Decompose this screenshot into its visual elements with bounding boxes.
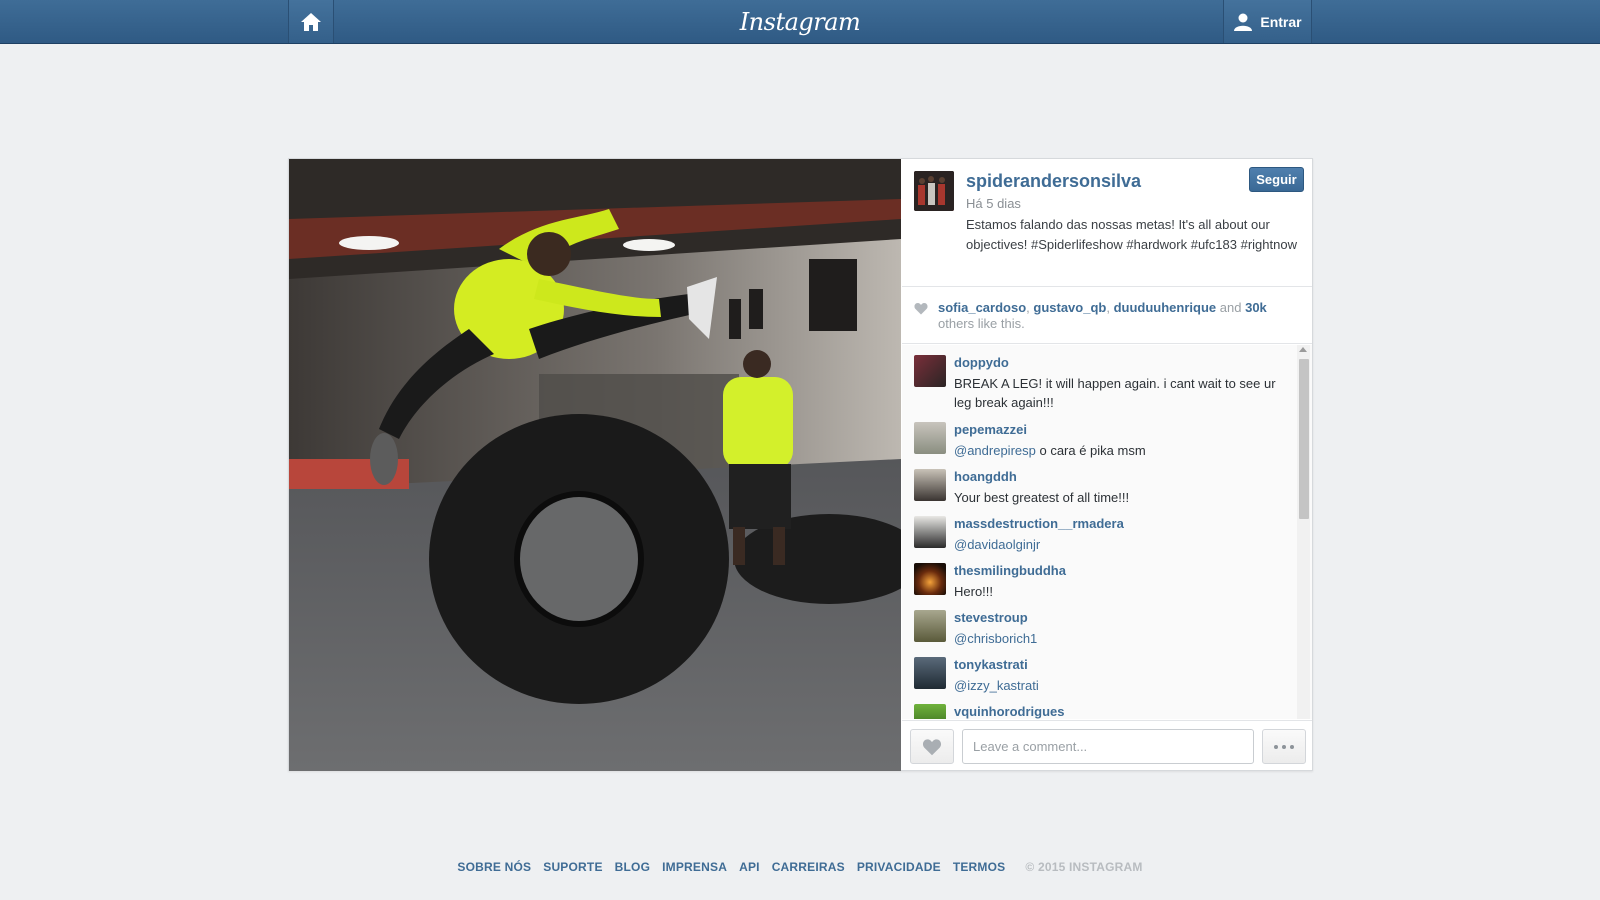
comment-text: Hero!!!: [954, 584, 994, 599]
scroll-up-arrow-icon[interactable]: [1299, 347, 1307, 352]
post-timestamp: Há 5 dias: [966, 196, 1021, 211]
footer-link-careers[interactable]: CARREIRAS: [772, 860, 845, 876]
footer-link-blog[interactable]: BLOG: [615, 860, 650, 876]
footer: SOBRE NÓS SUPORTE BLOG IMPRENSA API CARR…: [0, 860, 1600, 876]
comment-text: BREAK A LEG! it will happen again. i can…: [954, 376, 1276, 410]
top-navigation-bar: Instagram Entrar: [0, 0, 1600, 44]
post-caption: Estamos falando das nossas metas! It's a…: [966, 217, 1297, 252]
commenter-username[interactable]: tonykastrati: [954, 657, 1028, 672]
likes-count[interactable]: 30k: [1245, 300, 1267, 315]
commenter-username[interactable]: doppydo: [954, 355, 1009, 370]
login-button[interactable]: Entrar: [1223, 0, 1312, 43]
login-label: Entrar: [1260, 13, 1302, 30]
post-photo[interactable]: [289, 159, 901, 771]
commenter-username[interactable]: pepemazzei: [954, 422, 1027, 437]
comment-text: @davidaolginjr: [954, 535, 1284, 554]
commenter-username[interactable]: stevestroup: [954, 610, 1028, 625]
like-button[interactable]: [910, 729, 954, 764]
instagram-logo[interactable]: Instagram: [700, 4, 900, 40]
comment-mention[interactable]: @davidaolginjr: [954, 537, 1040, 552]
commenter-username[interactable]: massdestruction__rmadera: [954, 516, 1124, 531]
commenter-avatar[interactable]: [914, 422, 946, 454]
comment-text: @andrepiresp o cara é pika msm: [954, 441, 1284, 460]
commenter-avatar[interactable]: [914, 704, 946, 719]
commenter-avatar[interactable]: [914, 657, 946, 689]
home-icon: [301, 12, 321, 31]
liker-username[interactable]: gustavo_qb: [1033, 300, 1106, 315]
commenter-avatar[interactable]: [914, 355, 946, 387]
commenter-avatar[interactable]: [914, 563, 946, 595]
comment-text: @izzy_kastrati: [954, 676, 1284, 695]
footer-link-privacy[interactable]: PRIVACIDADE: [857, 860, 941, 876]
comments-scrollbar[interactable]: [1297, 345, 1310, 719]
comment-body: o cara é pika msm: [1035, 443, 1146, 458]
footer-link-support[interactable]: SUPORTE: [543, 860, 602, 876]
comment-input[interactable]: [962, 729, 1254, 764]
ellipsis-icon: [1274, 744, 1278, 749]
commenter-avatar[interactable]: [914, 516, 946, 548]
more-options-button[interactable]: [1262, 729, 1306, 764]
home-button[interactable]: [288, 0, 334, 43]
scrollbar-thumb[interactable]: [1299, 359, 1309, 519]
footer-link-about[interactable]: SOBRE NÓS: [457, 860, 531, 876]
comment-mention[interactable]: @chrisborich1: [954, 631, 1037, 646]
footer-link-api[interactable]: API: [739, 860, 760, 876]
commenter-username[interactable]: vquinhorodrigues: [954, 704, 1065, 719]
author-avatar[interactable]: [914, 171, 954, 211]
comment-mention[interactable]: @izzy_kastrati: [954, 678, 1039, 693]
user-icon: [1234, 13, 1253, 31]
comment-text: @chrisborich1: [954, 629, 1284, 648]
comment-mention[interactable]: @andrepiresp: [954, 443, 1036, 458]
commenter-username[interactable]: hoangddh: [954, 469, 1017, 484]
liker-username[interactable]: sofia_cardoso: [938, 300, 1026, 315]
post-header: spiderandersonsilva Há 5 dias Estamos fa…: [902, 159, 1312, 287]
ellipsis-icon: [1282, 744, 1286, 749]
likes-text: sofia_cardoso, gustavo_qb, duuduuhenriqu…: [938, 300, 1267, 331]
footer-link-press[interactable]: IMPRENSA: [662, 860, 727, 876]
commenter-avatar[interactable]: [914, 469, 946, 501]
heart-icon: [922, 738, 942, 755]
follow-button[interactable]: Seguir: [1249, 167, 1304, 192]
author-username[interactable]: spiderandersonsilva: [966, 171, 1141, 192]
liker-username[interactable]: duuduuhenrique: [1114, 300, 1217, 315]
post-sidebar: spiderandersonsilva Há 5 dias Estamos fa…: [902, 159, 1312, 770]
comment-bar: [902, 720, 1312, 770]
comment-text: Your best greatest of all time!!!: [954, 490, 1130, 505]
commenter-avatar[interactable]: [914, 610, 946, 642]
footer-link-terms[interactable]: TERMOS: [953, 860, 1006, 876]
commenter-username[interactable]: thesmilingbuddha: [954, 563, 1066, 578]
likes-section: sofia_cardoso, gustavo_qb, duuduuhenriqu…: [902, 288, 1312, 344]
post-card: spiderandersonsilva Há 5 dias Estamos fa…: [288, 158, 1313, 771]
heart-icon: [914, 303, 928, 315]
likes-and: and: [1219, 300, 1242, 315]
ellipsis-icon: [1290, 744, 1294, 749]
post-photo-image: [289, 159, 901, 771]
likes-suffix: others like this.: [938, 316, 1025, 331]
comments-list[interactable]: doppydo BREAK A LEG! it will happen agai…: [902, 345, 1312, 719]
footer-copyright: © 2015 INSTAGRAM: [1025, 860, 1143, 874]
